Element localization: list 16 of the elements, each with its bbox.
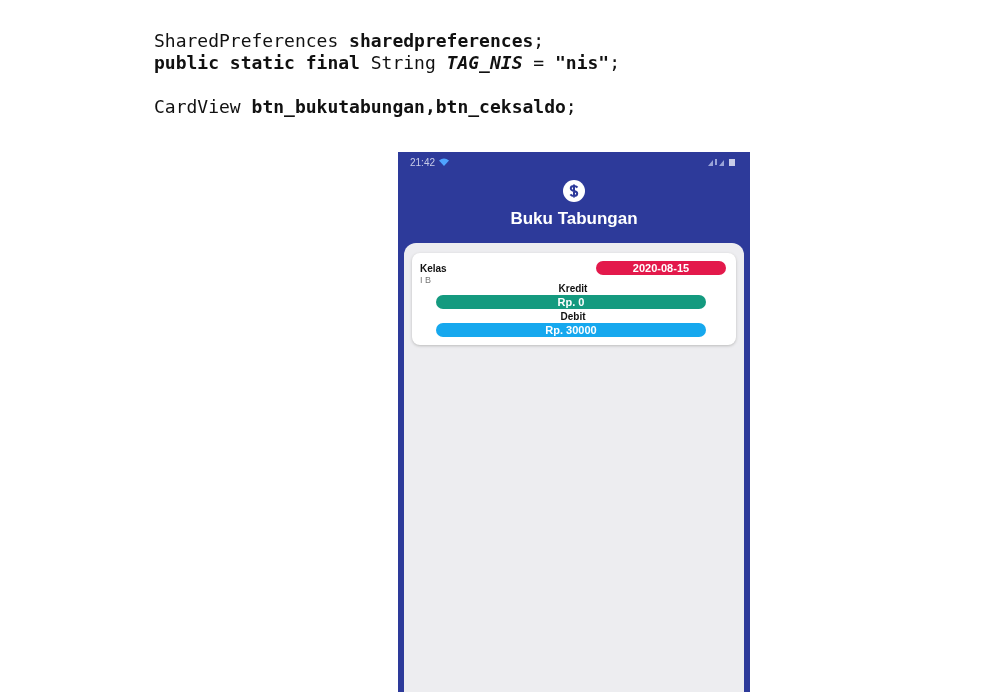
screen-title: Buku Tabungan xyxy=(510,209,638,229)
amount-bar: Rp. 0 xyxy=(436,295,706,309)
savings-card[interactable]: Kelas 2020-08-15 I B Kredit Rp. 0 Debit Rp. 30000 xyxy=(412,253,736,345)
amount-bar: Rp. 30000 xyxy=(436,323,706,337)
amount-label: Debit xyxy=(559,311,587,322)
code-line: SharedPreferences sharedpreferences; xyxy=(154,30,545,51)
status-icons xyxy=(708,158,738,166)
status-time: 21:42 xyxy=(410,156,436,168)
code-line: CardView btn_bukutabungan,btn_ceksaldo; xyxy=(154,96,577,117)
class-value: I B xyxy=(420,275,432,285)
amount-label: Kredit xyxy=(557,283,589,294)
code-line: public static final String TAG_NIS = "nis"; xyxy=(154,52,620,73)
date-badge: 2020-08-15 xyxy=(596,261,726,275)
wifi-icon xyxy=(439,158,450,166)
class-label: Kelas xyxy=(420,262,447,274)
dollar-icon xyxy=(563,180,585,202)
